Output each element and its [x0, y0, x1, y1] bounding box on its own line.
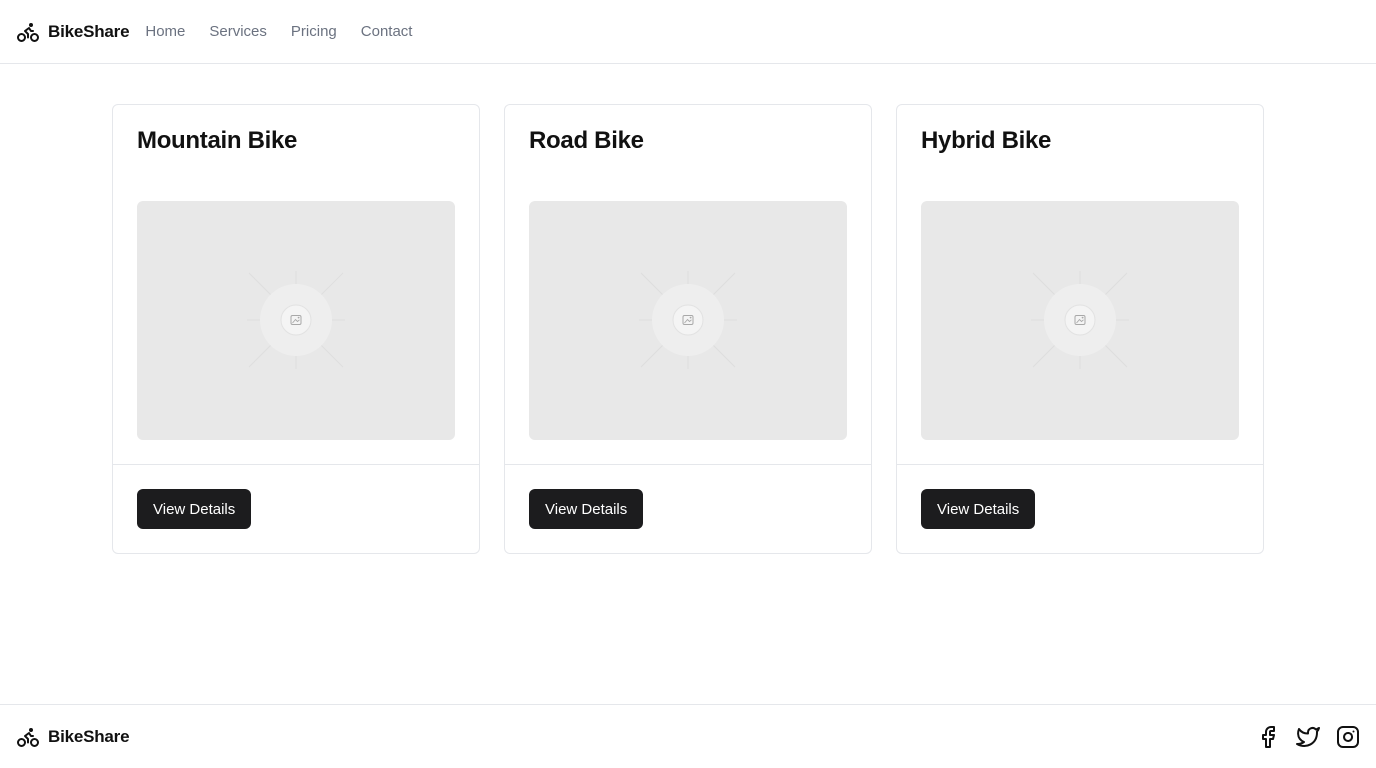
- card-divider: [113, 464, 479, 465]
- footer-brand-name: BikeShare: [48, 726, 130, 746]
- bike-card-hybrid: Hybrid Bike View Details: [896, 104, 1264, 554]
- footer-brand-link[interactable]: BikeShare: [16, 725, 130, 749]
- card-title: Hybrid Bike: [921, 127, 1052, 154]
- nav-link-services[interactable]: Services: [209, 23, 267, 40]
- nav-link-pricing[interactable]: Pricing: [291, 23, 337, 40]
- brand-link[interactable]: BikeShare: [16, 20, 130, 44]
- card-divider: [897, 464, 1263, 465]
- bike-icon: [17, 22, 39, 42]
- card-image-placeholder: [921, 201, 1239, 440]
- twitter-link[interactable]: [1296, 725, 1320, 749]
- view-details-button[interactable]: View Details: [529, 489, 644, 529]
- site-header: BikeShare Home Services Pricing Contact: [0, 0, 1376, 64]
- brand-name: BikeShare: [48, 21, 130, 41]
- facebook-link[interactable]: [1256, 725, 1280, 749]
- instagram-link[interactable]: [1336, 725, 1360, 749]
- nav-link-contact[interactable]: Contact: [361, 23, 413, 40]
- social-links: [1256, 725, 1360, 749]
- card-image-placeholder: [529, 201, 847, 440]
- facebook-icon: [1262, 725, 1275, 748]
- instagram-icon: [1337, 725, 1359, 748]
- twitter-icon: [1296, 726, 1320, 747]
- card-divider: [505, 464, 871, 465]
- image-placeholder-icon: [1031, 271, 1129, 369]
- image-placeholder-icon: [247, 271, 345, 369]
- bike-card-mountain: Mountain Bike View Details: [112, 104, 480, 554]
- nav-link-home[interactable]: Home: [145, 23, 185, 40]
- site-footer: BikeShare: [0, 704, 1376, 768]
- bike-icon: [17, 727, 39, 747]
- card-image-placeholder: [137, 201, 455, 440]
- bike-cards: Mountain Bike View Details Road Bike Vie…: [112, 104, 1264, 554]
- view-details-button[interactable]: View Details: [137, 489, 252, 529]
- main-nav: Home Services Pricing Contact: [145, 23, 436, 40]
- bike-card-road: Road Bike View Details: [504, 104, 872, 554]
- view-details-button[interactable]: View Details: [921, 489, 1036, 529]
- card-title: Mountain Bike: [137, 127, 298, 154]
- image-placeholder-icon: [639, 271, 737, 369]
- card-title: Road Bike: [529, 127, 644, 154]
